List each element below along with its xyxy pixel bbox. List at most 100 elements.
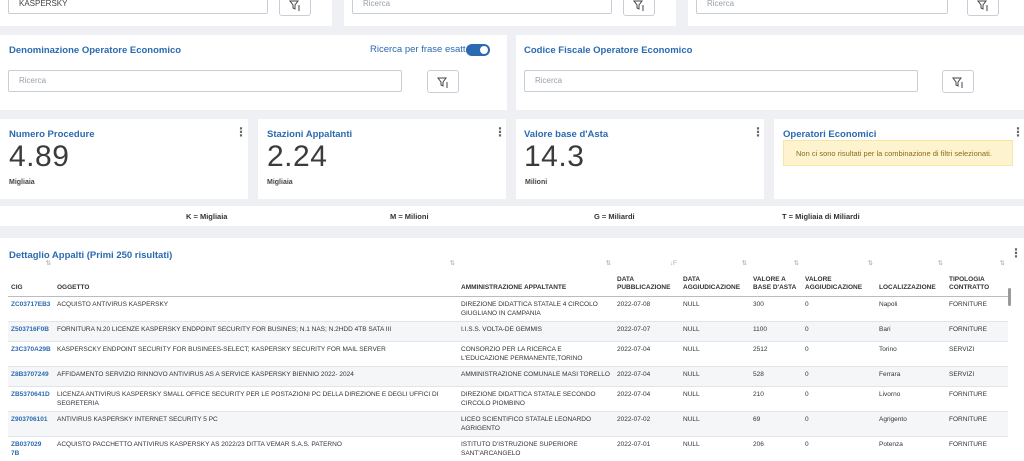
column-header-label: TIPOLOGIA CONTRATTO: [949, 275, 990, 292]
column-header-label: CIG: [11, 284, 23, 291]
metric-unit: Milioni: [525, 179, 548, 186]
table-cell: NULL: [683, 390, 700, 398]
table-cell: FORNITURE: [949, 415, 987, 423]
table-row[interactable]: ZB5370641D LICENZA ANTIVIRUS KASPERSKY SM…: [8, 386, 1008, 411]
sort-icon[interactable]: ⇅: [606, 260, 611, 269]
column-header-label: LOCALIZZAZIONE: [879, 284, 936, 291]
table-cell: Napoli: [879, 300, 898, 308]
table-cell: 528: [753, 370, 764, 378]
filter-input-2[interactable]: Ricerca: [352, 0, 612, 14]
column-header[interactable]: VALORE A BASE D'ASTA ⇅: [750, 260, 802, 296]
table-cell: 1100: [753, 325, 767, 333]
table-row[interactable]: Z503716F0B FORNITURA N.20 LICENZE KASPERS…: [8, 321, 1008, 341]
table-cell[interactable]: Z503716F0B: [8, 321, 54, 341]
column-header-label: DATA AGGIUDICAZIONE: [683, 275, 741, 292]
column-header[interactable]: VALORE AGGIUDICAZIONE ⇅: [802, 260, 876, 296]
appalti-table: CIG ⇅ OGGETTO ⇅ AMMINISTRAZIONE APPALTANTE ⇅ D…: [8, 260, 1008, 461]
column-header[interactable]: OGGETTO ⇅: [54, 260, 458, 296]
table-cell: 2022-07-01: [617, 440, 651, 448]
sort-icon[interactable]: ↓F: [670, 260, 677, 269]
table-cell: Agrigento: [879, 415, 907, 423]
kebab-menu-icon[interactable]: ⋮: [235, 126, 247, 138]
sort-icon[interactable]: ⇅: [938, 260, 943, 269]
table-cell: 0: [805, 345, 809, 353]
table-cell: 0: [805, 325, 809, 333]
legend-k: K = Migliaia: [186, 212, 228, 221]
table-cell: 0: [805, 390, 809, 398]
table-cell: 0: [805, 370, 809, 378]
filter-icon: [437, 77, 448, 87]
filter-button-2[interactable]: [623, 0, 655, 16]
table-cell: ACQUISTO PACCHETTO ANTIVIRUS KASPERSKY A…: [57, 440, 342, 448]
table-cell: 2512: [753, 345, 768, 353]
codice-fiscale-filter-button[interactable]: [942, 70, 974, 93]
table-cell: DIREZIONE DIDATTICA STATALE SECONDO CIRC…: [461, 390, 596, 407]
filter-card-1: KASPERSKY: [0, 0, 332, 26]
filter-icon: [633, 0, 644, 11]
sort-icon[interactable]: ⇅: [868, 260, 873, 269]
table-cell: 2022-07-07: [617, 325, 651, 333]
table-row[interactable]: Z903706101 ANTIVIRUS KASPERSKY INTERNET S…: [8, 411, 1008, 436]
table-header-row: CIG ⇅ OGGETTO ⇅ AMMINISTRAZIONE APPALTANTE ⇅ D…: [8, 260, 1008, 296]
legend-t: T = Migliaia di Miliardi: [782, 212, 860, 221]
operatore-filter-card: Denominazione Operatore Economico Ricerc…: [0, 35, 507, 110]
metric-title: Stazioni Appaltanti: [267, 129, 353, 140]
table-cell[interactable]: Z3C370A29B: [8, 341, 54, 366]
filter-card-3: Ricerca: [688, 0, 1024, 26]
table-cell: Livorno: [879, 390, 901, 398]
kebab-menu-icon[interactable]: ⋮: [1010, 247, 1022, 259]
operatore-search-input[interactable]: Ricerca: [8, 70, 402, 92]
metric-card-valore: Valore base d'Asta ⋮ 14.3 Milioni: [516, 119, 764, 199]
table-row[interactable]: Z8B3707249 AFFIDAMENTO SERVIZIO RINNOVO A…: [8, 366, 1008, 386]
filter-input-1[interactable]: KASPERSKY: [8, 0, 268, 14]
no-results-notice: Non ci sono risultati per la combinazion…: [783, 140, 1013, 166]
column-header[interactable]: TIPOLOGIA CONTRATTO ⇅: [946, 260, 1008, 296]
sort-icon[interactable]: ⇅: [742, 260, 747, 269]
table-cell[interactable]: ZB037029 7B: [8, 436, 54, 461]
table-cell: Potenza: [879, 440, 903, 448]
table-row[interactable]: Z3C370A29B KASPERSCKY ENDPOINT SECURITY F…: [8, 341, 1008, 366]
table-cell: ISTITUTO D'ISTRUZIONE SUPERIORE SANT'ARC…: [461, 440, 578, 457]
column-header[interactable]: DATA AGGIUDICAZIONE ⇅: [680, 260, 750, 296]
kebab-menu-icon[interactable]: ⋮: [494, 126, 506, 138]
exact-phrase-toggle[interactable]: [466, 44, 490, 56]
legend-m: M = Milioni: [390, 212, 429, 221]
sort-icon[interactable]: ⇅: [450, 260, 455, 269]
table-cell: 2022-07-04: [617, 390, 651, 398]
column-header[interactable]: LOCALIZZAZIONE ⇅: [876, 260, 946, 296]
table-row[interactable]: ZB037029 7B ACQUISTO PACCHETTO ANTIVIRUS …: [8, 436, 1008, 461]
table-cell: AMMINISTRAZIONE COMUNALE MASI TORELLO: [461, 370, 610, 378]
filter-button-1[interactable]: [279, 0, 311, 16]
table-cell: NULL: [683, 440, 700, 448]
column-header[interactable]: AMMINISTRAZIONE APPALTANTE ⇅: [458, 260, 614, 296]
table-cell: 2022-07-04: [617, 370, 651, 378]
column-header[interactable]: CIG ⇅: [8, 260, 54, 296]
operatori-title: Operatori Economici: [783, 129, 877, 140]
table-cell[interactable]: Z903706101: [8, 411, 54, 436]
table-cell[interactable]: Z8B3707249: [8, 366, 54, 386]
table-cell: 69: [753, 415, 761, 423]
sort-icon[interactable]: ⇅: [1000, 260, 1005, 269]
operatore-filter-button[interactable]: [427, 70, 459, 93]
table-row[interactable]: ZC03717EB3 ACQUISTO ANTIVIRUS KASPERSKY DI…: [8, 296, 1008, 321]
kebab-menu-icon[interactable]: ⋮: [752, 126, 764, 138]
table-cell: AFFIDAMENTO SERVIZIO RINNOVO ANTIVIRUS A…: [57, 370, 354, 378]
table-cell[interactable]: ZC03717EB3: [8, 296, 54, 321]
table-cell: NULL: [683, 415, 700, 423]
table-cell: 0: [805, 300, 809, 308]
exact-phrase-label: Ricerca per frase esatta:: [370, 44, 474, 55]
kebab-menu-icon[interactable]: ⋮: [1012, 126, 1024, 138]
metric-unit: Migliaia: [9, 179, 35, 186]
sort-icon[interactable]: ⇅: [46, 260, 51, 269]
filter-button-3[interactable]: [967, 0, 999, 16]
table-cell[interactable]: ZB5370641D: [8, 386, 54, 411]
filter-input-3[interactable]: Ricerca: [696, 0, 948, 14]
column-header-label: VALORE AGGIUDICAZIONE: [805, 275, 863, 292]
codice-fiscale-card: Codice Fiscale Operatore Economico Ricer…: [516, 35, 1024, 110]
table-cell: NULL: [683, 345, 700, 353]
sort-icon[interactable]: ⇅: [794, 260, 799, 269]
metric-unit: Migliaia: [267, 179, 293, 186]
column-header[interactable]: DATA PUBBLICAZIONE ↓F: [614, 260, 680, 296]
codice-fiscale-input[interactable]: Ricerca: [524, 70, 918, 92]
table-scrollbar[interactable]: [1008, 288, 1011, 306]
